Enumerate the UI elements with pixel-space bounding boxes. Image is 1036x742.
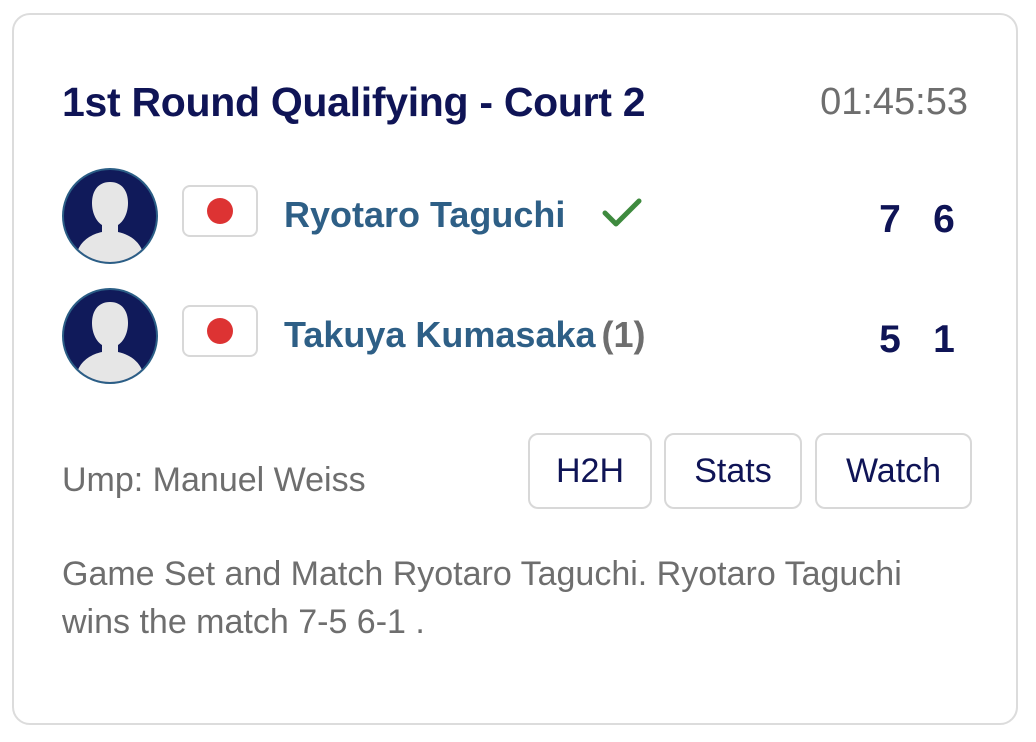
japan-flag-icon [182, 185, 258, 237]
player-row: Takuya Kumasaka (1) 5 1 [62, 288, 972, 384]
player-name[interactable]: Ryotaro Taguchi [284, 194, 565, 236]
winner-check-icon [602, 198, 642, 233]
match-title: 1st Round Qualifying - Court 2 [62, 79, 646, 125]
match-summary: Game Set and Match Ryotaro Taguchi. Ryot… [62, 555, 902, 641]
player-name-text[interactable]: Takuya Kumasaka [284, 314, 596, 355]
set-score: 5 [879, 318, 901, 361]
player-avatar-icon [62, 288, 158, 384]
player-name[interactable]: Takuya Kumasaka (1) [284, 314, 646, 356]
match-duration: 01:45:53 [820, 81, 968, 123]
watch-button[interactable]: Watch [815, 433, 972, 509]
match-card: 1st Round Qualifying - Court 2 01:45:53 … [12, 13, 1018, 725]
set-score: 1 [933, 318, 955, 361]
h2h-button[interactable]: H2H [528, 433, 652, 509]
player-row: Ryotaro Taguchi 7 6 [62, 168, 972, 264]
player-avatar-icon [62, 168, 158, 264]
set-score: 7 [879, 198, 901, 241]
stats-button[interactable]: Stats [664, 433, 802, 509]
japan-flag-icon [182, 305, 258, 357]
player-seed: (1) [601, 314, 646, 355]
umpire-label: Ump: Manuel Weiss [62, 461, 366, 499]
set-score: 6 [933, 198, 955, 241]
